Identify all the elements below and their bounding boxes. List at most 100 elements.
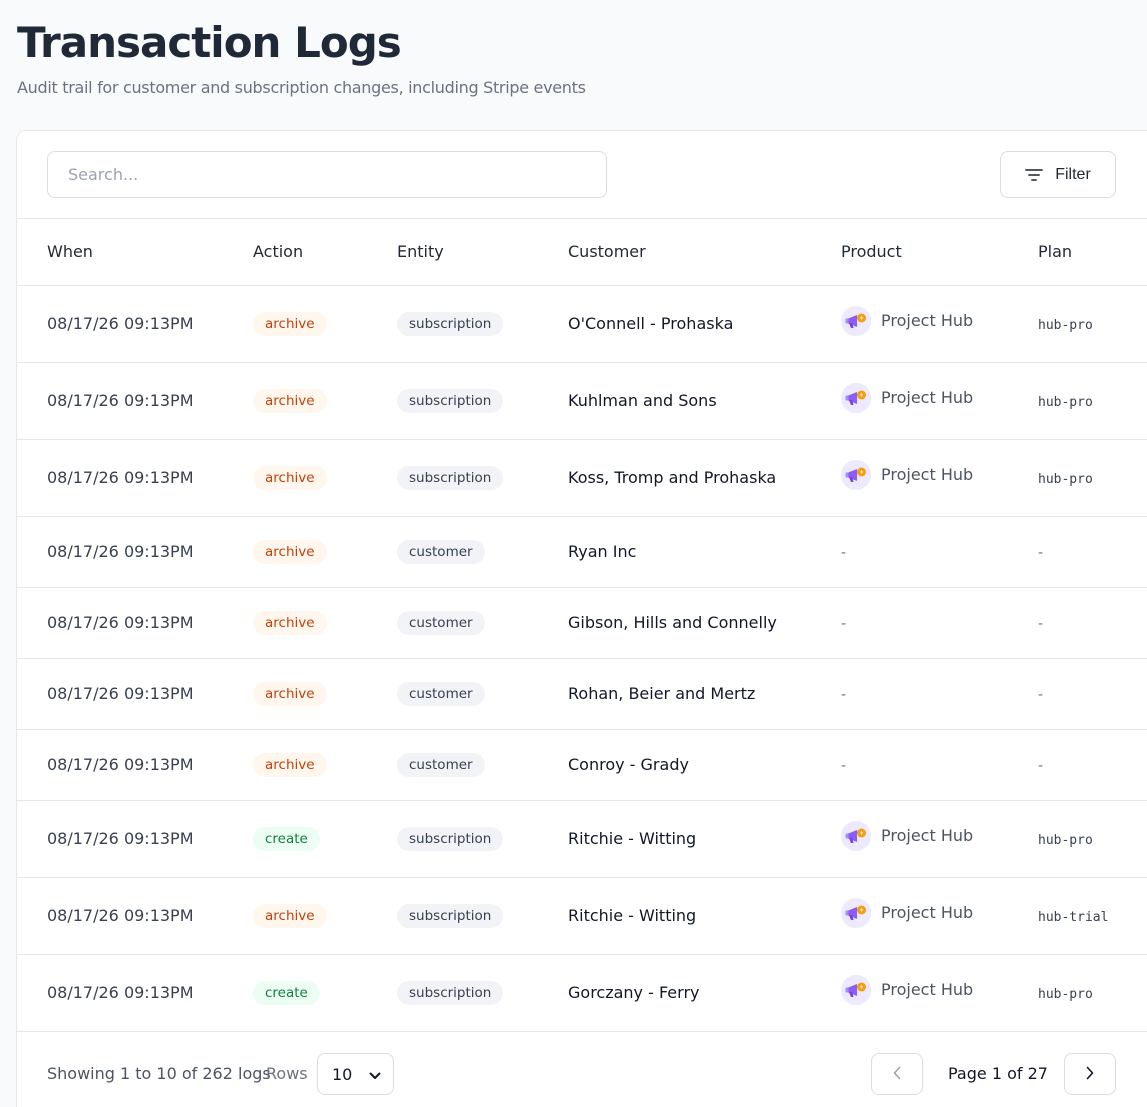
table-row[interactable]: 08/17/26 09:13PM archive customer Conroy - … — [17, 729, 1147, 801]
action-cell: archive — [253, 658, 397, 730]
when-cell: 08/17/26 09:13PM — [17, 800, 253, 878]
table-row[interactable]: 08/17/26 09:13PM archive customer Gibson, H… — [17, 587, 1147, 659]
entity-badge: subscription — [397, 826, 504, 851]
plan-cell: - — [1038, 516, 1147, 588]
entity-cell: customer — [397, 658, 568, 730]
product-cell: Project Hub — [841, 459, 974, 490]
product-empty: - — [841, 758, 847, 774]
customer-cell: Rohan, Beier and Mertz — [568, 658, 841, 730]
product-column-cell: Project Hub — [841, 362, 1038, 440]
entity-badge: subscription — [397, 465, 504, 490]
entity-badge: customer — [397, 539, 485, 564]
plan-code: hub-pro — [1038, 987, 1093, 1002]
entity-badge: subscription — [397, 311, 504, 336]
customer-name: Rohan, Beier and Mertz — [568, 684, 756, 703]
entity-badge: customer — [397, 610, 485, 635]
action-badge: archive — [253, 539, 327, 564]
entity-badge: subscription — [397, 388, 504, 413]
product-cell: Project Hub — [841, 974, 974, 1005]
plan-cell: hub-pro — [1038, 439, 1147, 517]
product-name: Project Hub — [881, 980, 974, 999]
plan-cell: - — [1038, 729, 1147, 801]
next-page-button[interactable] — [1064, 1053, 1116, 1095]
action-badge: archive — [253, 311, 327, 336]
customer-cell: Conroy - Grady — [568, 729, 841, 801]
filter-icon — [1025, 168, 1044, 182]
table-body: 08/17/26 09:13PM archive subscription O'Con… — [17, 285, 1147, 1032]
column-header-customer[interactable]: Customer — [568, 219, 841, 286]
customer-cell: Gorczany - Ferry — [568, 954, 841, 1032]
rows-label: Rows — [266, 1064, 308, 1083]
entity-cell: customer — [397, 516, 568, 588]
column-header-plan[interactable]: Plan — [1038, 219, 1147, 286]
table-row[interactable]: 08/17/26 09:13PM create subscription Gorcza… — [17, 954, 1147, 1032]
timestamp: 08/17/26 09:13PM — [47, 755, 194, 774]
table-row[interactable]: 08/17/26 09:13PM archive customer Rohan, Be… — [17, 658, 1147, 730]
table-row[interactable]: 08/17/26 09:13PM archive customer Ryan Inc -… — [17, 516, 1147, 588]
customer-cell: Koss, Tromp and Prohaska — [568, 439, 841, 517]
action-cell: archive — [253, 285, 397, 363]
megaphone-icon — [841, 820, 871, 851]
action-badge: archive — [253, 465, 327, 490]
product-column-cell: Project Hub — [841, 877, 1038, 955]
customer-name: Conroy - Grady — [568, 755, 689, 774]
chevron-right-icon — [1086, 1066, 1094, 1083]
plan-cell: hub-pro — [1038, 362, 1147, 440]
filter-button[interactable]: Filter — [1000, 151, 1116, 198]
plan-empty: - — [1038, 616, 1044, 632]
action-cell: archive — [253, 729, 397, 801]
entity-badge: subscription — [397, 903, 504, 928]
entity-badge: customer — [397, 681, 485, 706]
product-cell: Project Hub — [841, 897, 973, 928]
product-name: Project Hub — [881, 465, 974, 484]
entity-cell: subscription — [397, 362, 568, 440]
when-cell: 08/17/26 09:13PM — [17, 954, 253, 1032]
customer-name: Kuhlman and Sons — [568, 391, 717, 410]
plan-code: hub-pro — [1038, 833, 1093, 848]
table-row[interactable]: 08/17/26 09:13PM archive subscription Kuhlm… — [17, 362, 1147, 440]
action-badge: archive — [253, 388, 327, 413]
rows-per-page-select[interactable]: 10 — [317, 1053, 394, 1095]
action-cell: archive — [253, 516, 397, 588]
product-cell: Project Hub — [841, 382, 973, 413]
product-name: Project Hub — [881, 826, 974, 845]
product-name: Project Hub — [881, 311, 974, 330]
table-row[interactable]: 08/17/26 09:13PM archive subscription Koss,… — [17, 439, 1147, 517]
action-badge: archive — [253, 610, 327, 635]
plan-empty: - — [1038, 545, 1044, 561]
action-cell: archive — [253, 439, 397, 517]
timestamp: 08/17/26 09:13PM — [47, 906, 194, 925]
timestamp: 08/17/26 09:13PM — [47, 613, 194, 632]
column-header-product[interactable]: Product — [841, 219, 1038, 286]
customer-cell: Ritchie - Witting — [568, 877, 841, 955]
timestamp: 08/17/26 09:13PM — [47, 468, 194, 487]
chevron-down-icon — [369, 1065, 381, 1084]
entity-cell: customer — [397, 729, 568, 801]
customer-name: O'Connell - Prohaska — [568, 314, 734, 333]
entity-badge: customer — [397, 752, 485, 777]
plan-code: hub-pro — [1038, 395, 1093, 410]
timestamp: 08/17/26 09:13PM — [47, 829, 194, 848]
pagination-footer: Showing 1 to 10 of 262 logs Rows 10 Page… — [17, 1031, 1147, 1107]
entity-cell: subscription — [397, 285, 568, 363]
table-row[interactable]: 08/17/26 09:13PM archive subscription Ritch… — [17, 877, 1147, 955]
product-column-cell: Project Hub — [841, 439, 1038, 517]
table-row[interactable]: 08/17/26 09:13PM create subscription Ritchi… — [17, 800, 1147, 878]
search-input[interactable] — [47, 151, 607, 198]
action-badge: create — [253, 980, 320, 1005]
plan-cell: hub-pro — [1038, 954, 1147, 1032]
when-cell: 08/17/26 09:13PM — [17, 877, 253, 955]
previous-page-button[interactable] — [871, 1053, 923, 1095]
megaphone-icon — [841, 897, 871, 928]
customer-name: Koss, Tromp and Prohaska — [568, 468, 777, 487]
megaphone-icon — [841, 974, 871, 1005]
customer-cell: O'Connell - Prohaska — [568, 285, 841, 363]
entity-cell: subscription — [397, 954, 568, 1032]
when-cell: 08/17/26 09:13PM — [17, 658, 253, 730]
column-header-action[interactable]: Action — [253, 219, 397, 286]
when-cell: 08/17/26 09:13PM — [17, 439, 253, 517]
table-row[interactable]: 08/17/26 09:13PM archive subscription O'Con… — [17, 285, 1147, 363]
column-header-entity[interactable]: Entity — [397, 219, 568, 286]
column-header-when[interactable]: When — [17, 219, 253, 286]
timestamp: 08/17/26 09:13PM — [47, 684, 194, 703]
